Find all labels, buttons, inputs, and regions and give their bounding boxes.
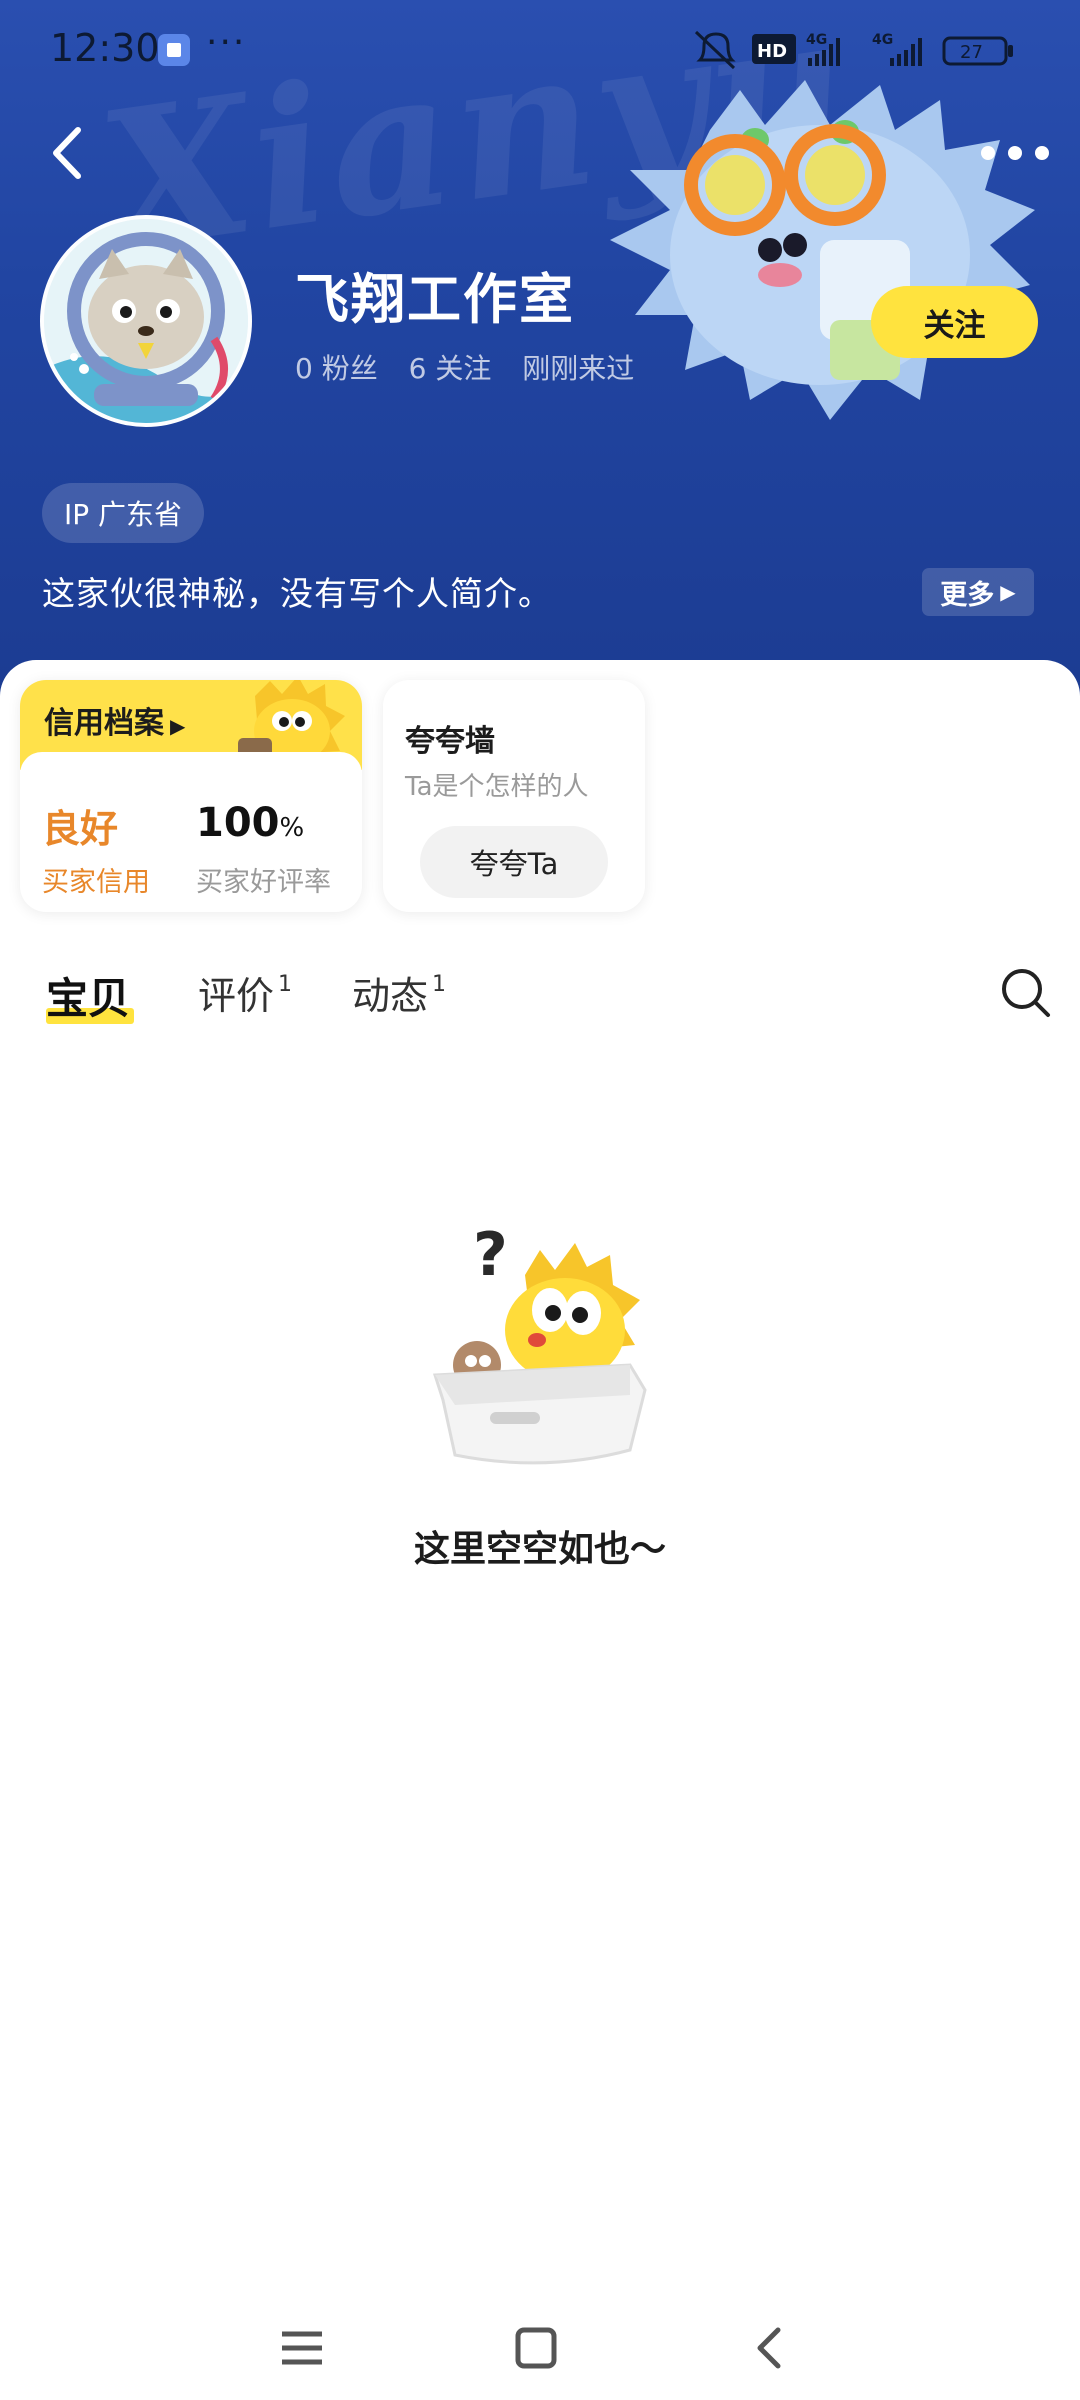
status-more-dots: ··· bbox=[206, 22, 247, 63]
system-nav-bar bbox=[0, 2290, 1080, 2400]
profile-bio: 这家伙很神秘，没有写个人简介。 bbox=[42, 574, 552, 613]
signal-icon-2 bbox=[890, 38, 922, 66]
good-review-rate: 100% bbox=[196, 800, 304, 846]
ip-location-tag: IP 广东省 bbox=[42, 483, 205, 543]
app-notification-icon bbox=[158, 34, 190, 66]
battery-icon: 27 bbox=[942, 36, 1013, 66]
profile-page: Xianyu 12:30 ··· HD 4G 4G 27 飞翔工作室 0 粉丝 … bbox=[0, 0, 1080, 2400]
mascot-illustration bbox=[610, 80, 1035, 420]
menu-icon[interactable] bbox=[272, 2318, 332, 2378]
praise-wall-card[interactable]: 夸夸墙 Ta是个怎样的人 夸夸Ta bbox=[383, 680, 645, 912]
nav-back-icon[interactable] bbox=[740, 2318, 800, 2378]
good-review-rate-value: 100 bbox=[196, 800, 280, 846]
credit-card-title-text: 信用档案 bbox=[44, 706, 164, 741]
battery-level: 27 bbox=[960, 42, 983, 63]
mute-bell-icon bbox=[694, 30, 736, 70]
more-dots-icon[interactable] bbox=[970, 128, 1060, 178]
back-icon[interactable] bbox=[40, 118, 100, 188]
network-label-1: 4G bbox=[806, 32, 827, 48]
search-icon[interactable] bbox=[998, 965, 1054, 1021]
hd-label: HD bbox=[757, 41, 787, 62]
tab-items-label: 宝贝 bbox=[46, 965, 135, 1026]
status-indicators: HD 4G 4G 27 bbox=[694, 30, 1013, 70]
praise-wall-subtitle: Ta是个怎样的人 bbox=[405, 772, 589, 802]
empty-box-illustration: ? bbox=[432, 1220, 647, 1465]
tab-moments-label: 动态 bbox=[352, 974, 429, 1018]
good-review-rate-label: 买家好评率 bbox=[196, 867, 331, 898]
svg-text:?: ? bbox=[473, 1220, 508, 1290]
tab-reviews-label: 评价 bbox=[198, 974, 275, 1018]
last-seen: 刚刚来过 bbox=[522, 352, 635, 385]
good-review-rate-unit: % bbox=[279, 813, 305, 843]
tab-reviews-badge: 1 bbox=[278, 972, 293, 997]
network-label-2: 4G bbox=[872, 32, 893, 48]
content-sheet: 信用档案 ▶ 良好 买家信用 100% 买家好评率 夸夸墙 Ta是个怎样的人 夸夸… bbox=[0, 660, 1080, 2400]
follow-button[interactable]: 关注 bbox=[871, 286, 1038, 358]
caret-right-icon: ▶ bbox=[1000, 580, 1016, 604]
credit-card[interactable]: 信用档案 ▶ 良好 买家信用 100% 买家好评率 bbox=[20, 680, 362, 912]
profile-header: Xianyu 12:30 ··· HD 4G 4G 27 飞翔工作室 0 粉丝 … bbox=[0, 0, 1080, 700]
praise-wall-title: 夸夸墙 bbox=[405, 724, 495, 759]
fans-count[interactable]: 0 粉丝 bbox=[295, 352, 378, 385]
credit-level: 良好 bbox=[42, 807, 119, 851]
status-time: 12:30 bbox=[50, 26, 160, 70]
avatar[interactable] bbox=[40, 215, 252, 427]
credit-card-body-edge bbox=[20, 752, 362, 782]
more-bio-button[interactable]: 更多 ▶ bbox=[922, 568, 1034, 616]
praise-button[interactable]: 夸夸Ta bbox=[420, 826, 608, 898]
cat-avatar-icon bbox=[44, 219, 248, 423]
following-count[interactable]: 6 关注 bbox=[409, 352, 492, 385]
tab-items[interactable]: 宝贝 bbox=[46, 965, 135, 1026]
more-bio-label: 更多 bbox=[940, 579, 995, 611]
credit-card-title: 信用档案 ▶ bbox=[44, 698, 185, 742]
caret-right-icon: ▶ bbox=[170, 714, 186, 738]
credit-level-label: 买家信用 bbox=[42, 867, 150, 898]
profile-stats: 0 粉丝 6 关注 刚刚来过 bbox=[295, 347, 656, 387]
tab-reviews[interactable]: 评价 1 bbox=[198, 965, 292, 1020]
tab-moments[interactable]: 动态 1 bbox=[352, 965, 446, 1020]
empty-state-text: 这里空空如也～ bbox=[413, 1529, 666, 1570]
status-bar: 12:30 ··· HD 4G 4G 27 bbox=[0, 0, 1080, 100]
shop-name: 飞翔工作室 bbox=[295, 268, 575, 331]
tab-moments-badge: 1 bbox=[432, 972, 447, 997]
home-icon[interactable] bbox=[506, 2318, 566, 2378]
